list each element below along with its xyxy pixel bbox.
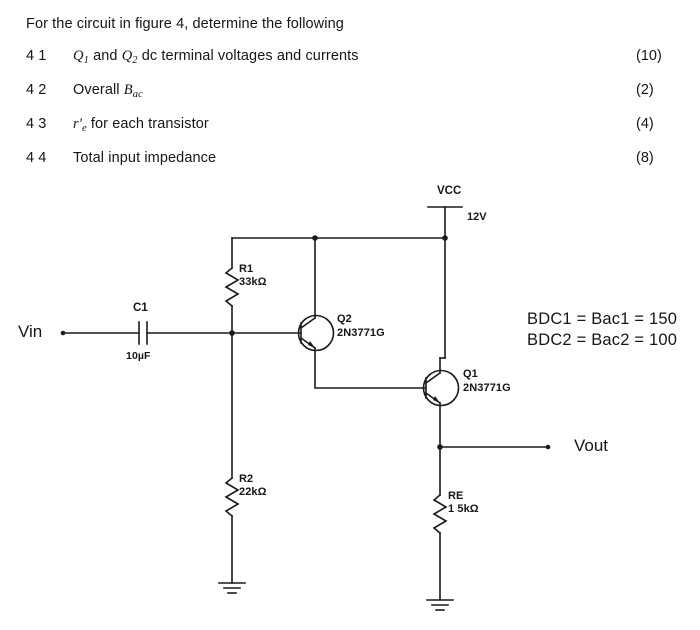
wire-q2-emitter-to-q1-base	[314, 347, 426, 389]
worksheet-page: For the circuit in figure 4, determine t…	[0, 0, 700, 630]
label-vcc-value: 12V	[467, 211, 487, 223]
label-re-value: 1 5kΩ	[448, 503, 479, 515]
capacitor-c1-plates	[138, 321, 148, 345]
vin-terminal-dot	[60, 330, 66, 336]
annotation-beta-q1: BDC1 = Bac1 = 150	[527, 310, 678, 328]
junction-dot-q2-collector	[312, 235, 318, 241]
resistor-r1-body	[224, 266, 240, 308]
label-q1-part: 2N3771G	[463, 382, 511, 394]
label-vout: Vout	[574, 436, 609, 455]
label-q1-ref: Q1	[463, 368, 478, 380]
resistor-re-body	[432, 493, 448, 535]
transistor-q2-symbol	[297, 314, 335, 352]
label-q2-ref: Q2	[337, 313, 352, 325]
label-r2-value: 22kΩ	[239, 486, 267, 498]
label-c1-ref: C1	[133, 302, 148, 314]
resistor-r2-body	[224, 476, 240, 518]
label-vin: Vin	[18, 322, 43, 341]
ground-symbol-r2	[218, 582, 246, 594]
junction-dot-bias	[229, 330, 235, 336]
label-r1-value: 33kΩ	[239, 276, 267, 288]
label-c1-value: 10µF	[126, 350, 151, 362]
junction-dot-vcc	[442, 235, 448, 241]
label-re-ref: RE	[448, 490, 464, 502]
label-r2-ref: R2	[239, 473, 254, 485]
ground-symbol-re	[426, 599, 454, 611]
vcc-supply-symbol	[427, 206, 463, 239]
label-q2-part: 2N3771G	[337, 327, 385, 339]
label-r1-ref: R1	[239, 263, 254, 275]
transistor-q1-symbol	[422, 369, 460, 407]
label-vcc: VCC	[437, 185, 462, 197]
annotation-beta-q2: BDC2 = Bac2 = 100	[527, 331, 678, 349]
junction-dot-vout	[437, 444, 443, 450]
vout-terminal-dot	[545, 444, 551, 450]
